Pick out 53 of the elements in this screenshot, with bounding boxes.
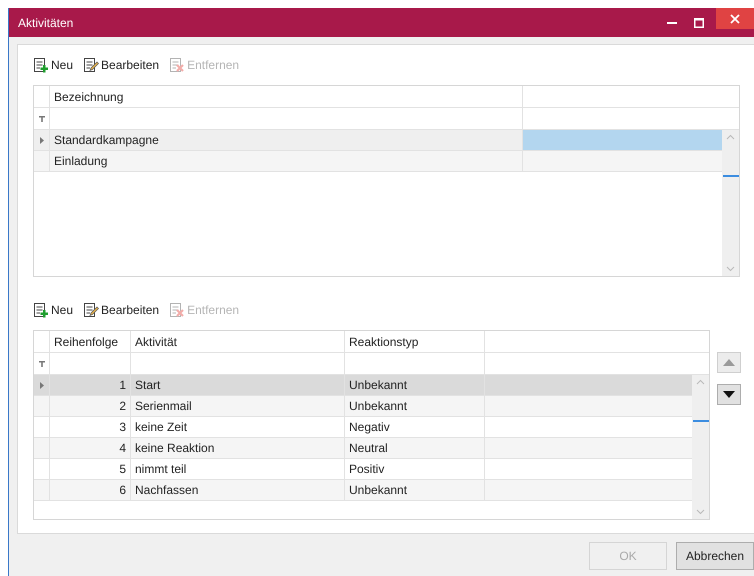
table-cell: Unbekannt: [349, 399, 408, 413]
table-cell: Serienmail: [135, 399, 192, 413]
table-cell: Standardkampagne: [54, 133, 159, 147]
column-header[interactable]: Aktivität: [131, 331, 345, 352]
new-toolbar-button[interactable]: Neu: [33, 302, 74, 318]
table-cell: Unbekannt: [349, 378, 408, 392]
table-cell: Neutral: [349, 441, 388, 455]
table-cell: 5: [119, 462, 126, 476]
table-cell: Positiv: [349, 462, 384, 476]
window-title: Aktivitäten: [18, 16, 74, 30]
new-document-icon: [33, 56, 49, 72]
table-cell: 4: [119, 441, 126, 455]
column-header[interactable]: Reihenfolge: [50, 331, 131, 352]
table-row[interactable]: 1 Start Unbekannt: [34, 375, 692, 396]
table-row[interactable]: 2 Serienmail Unbekannt: [34, 396, 692, 417]
minimize-icon[interactable]: [667, 22, 677, 24]
maximize-icon[interactable]: [694, 18, 704, 28]
table-cell: 1: [119, 378, 126, 392]
column-header[interactable]: Reaktionstyp: [345, 331, 485, 352]
table-cell: Einladung: [54, 154, 108, 168]
table-row[interactable]: Einladung: [34, 151, 722, 172]
move-down-button[interactable]: [717, 384, 741, 405]
edit-toolbar-button[interactable]: Bearbeiten: [83, 302, 160, 318]
current-row-icon: [40, 382, 44, 388]
current-row-icon: [40, 136, 44, 144]
triangle-up-icon: [723, 359, 735, 366]
table-cell: 2: [119, 399, 126, 413]
edit-toolbar-button[interactable]: Bearbeiten: [83, 56, 160, 72]
table-row[interactable]: 6 Nachfassen Unbekannt: [34, 480, 692, 501]
table-cell: Nachfassen: [135, 483, 198, 497]
close-button[interactable]: [716, 8, 754, 29]
filter-icon[interactable]: [38, 360, 44, 366]
new-toolbar-button[interactable]: Neu: [33, 56, 74, 72]
table-cell: keine Reaktion: [135, 441, 214, 455]
delete-document-icon: [169, 56, 186, 72]
table-cell: nimmt teil: [135, 462, 186, 476]
delete-document-icon: [169, 302, 186, 318]
edit-document-icon: [83, 302, 100, 318]
close-icon[interactable]: [730, 14, 740, 24]
table-cell: Unbekannt: [349, 483, 408, 497]
table-row[interactable]: Standardkampagne: [34, 130, 722, 151]
edit-document-icon: [83, 56, 100, 72]
filter-icon[interactable]: [38, 116, 44, 122]
table-cell: 3: [119, 420, 126, 434]
dialog-button[interactable]: Abbrechen: [676, 542, 754, 570]
table-cell: 6: [119, 483, 126, 497]
table-cell: keine Zeit: [135, 420, 188, 434]
column-header[interactable]: Bezeichnung: [50, 86, 523, 107]
table-cell: Start: [135, 378, 160, 392]
new-document-icon: [33, 302, 49, 318]
triangle-down-icon: [723, 391, 735, 398]
table-row[interactable]: 4 keine Reaktion Neutral: [34, 438, 692, 459]
table-cell: Negativ: [349, 420, 390, 434]
